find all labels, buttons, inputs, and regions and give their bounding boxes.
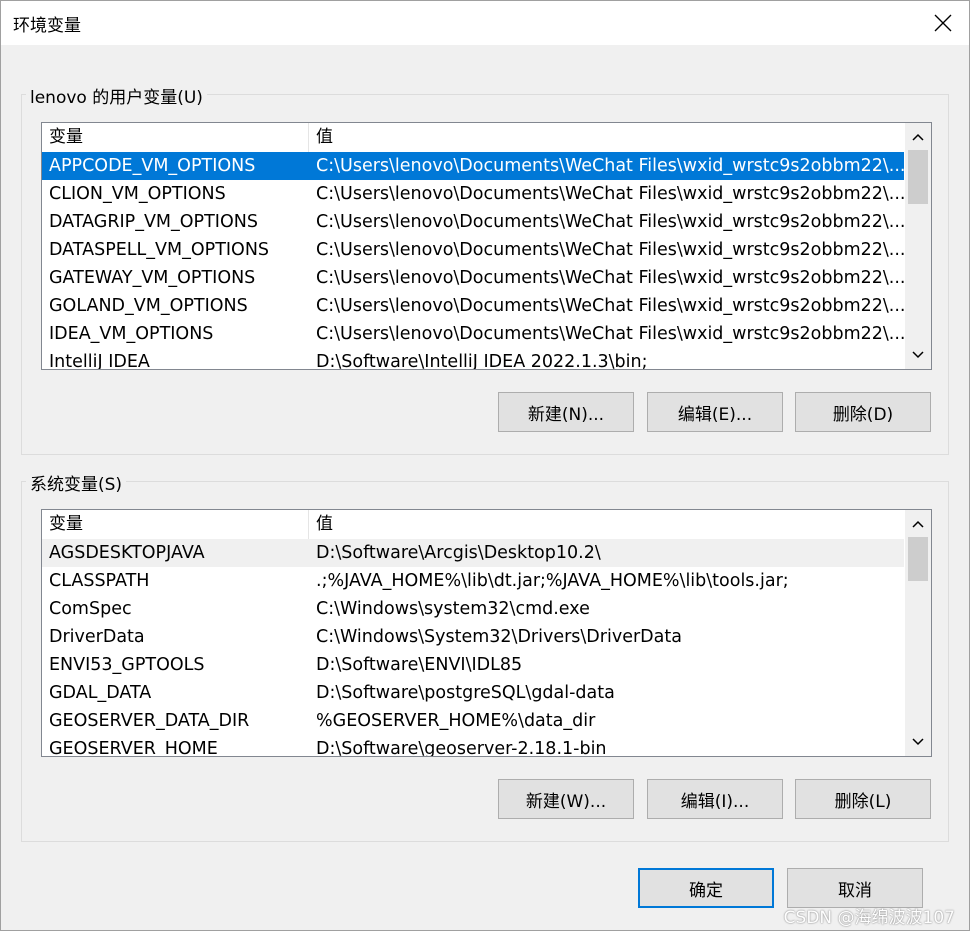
variable-name: DATASPELL_VM_OPTIONS [49, 240, 270, 260]
variable-value: C:\Users\lenovo\Documents\WeChat Files\w… [316, 324, 904, 344]
variable-value: %GEOSERVER_HOME%\data_dir [316, 711, 596, 731]
system-variables-list[interactable]: 变量 值 AGSDESKTOPJAVA D:\Software\Arcgis\D… [41, 509, 932, 757]
user-new-button[interactable]: 新建(N)... [498, 392, 634, 432]
system-list-scrollbar[interactable] [905, 510, 931, 756]
variable-value: C:\Users\lenovo\Documents\WeChat Files\w… [316, 212, 904, 232]
variable-value: C:\Users\lenovo\Documents\WeChat Files\w… [316, 296, 904, 316]
variable-name: CLASSPATH [49, 571, 150, 591]
scroll-down-button[interactable] [905, 342, 931, 368]
list-item[interactable]: ENVI53_GPTOOLS D:\Software\ENVI\IDL85 [42, 651, 904, 679]
variable-value: D:\Software\ENVI\IDL85 [316, 655, 523, 675]
user-list-scrollbar[interactable] [905, 123, 931, 369]
variable-value: D:\Software\geoserver-2.18.1-bin [316, 739, 607, 757]
list-item[interactable]: APPCODE_VM_OPTIONS C:\Users\lenovo\Docum… [42, 152, 904, 180]
scroll-thumb[interactable] [908, 537, 928, 581]
column-header-variable[interactable]: 变量 [42, 123, 309, 152]
column-header-value[interactable]: 值 [309, 510, 904, 539]
environment-variables-dialog: 环境变量 lenovo 的用户变量(U) 变量 值 APPCODE_VM_OPT… [0, 0, 970, 931]
variable-value: C:\Users\lenovo\Documents\WeChat Files\w… [316, 184, 904, 204]
variable-name: GDAL_DATA [49, 683, 152, 703]
variable-name: GOLAND_VM_OPTIONS [49, 296, 248, 316]
variable-value: D:\Software\postgreSQL\gdal-data [316, 683, 615, 703]
scroll-down-button[interactable] [905, 729, 931, 755]
variable-value: C:\Users\lenovo\Documents\WeChat Files\w… [316, 240, 904, 260]
chevron-down-icon [912, 738, 924, 746]
list-item[interactable]: CLION_VM_OPTIONS C:\Users\lenovo\Documen… [42, 180, 904, 208]
variable-value: C:\Windows\System32\Drivers\DriverData [316, 627, 682, 647]
variable-name: AGSDESKTOPJAVA [49, 543, 205, 563]
list-item[interactable]: DATASPELL_VM_OPTIONS C:\Users\lenovo\Doc… [42, 236, 904, 264]
variable-name: CLION_VM_OPTIONS [49, 184, 226, 204]
system-new-button[interactable]: 新建(W)... [498, 779, 634, 819]
variable-name: DATAGRIP_VM_OPTIONS [49, 212, 258, 232]
list-item[interactable]: GOLAND_VM_OPTIONS C:\Users\lenovo\Docume… [42, 292, 904, 320]
variable-value: C:\Windows\system32\cmd.exe [316, 599, 590, 619]
user-variables-group-label: lenovo 的用户变量(U) [26, 83, 207, 108]
scroll-up-button[interactable] [905, 124, 931, 150]
user-variables-list[interactable]: 变量 值 APPCODE_VM_OPTIONS C:\Users\lenovo\… [41, 122, 932, 370]
user-list-header: 变量 值 [42, 123, 904, 152]
watermark: CSDN @海绵波波107 [783, 908, 955, 928]
chevron-up-icon [912, 133, 924, 141]
list-item[interactable]: GATEWAY_VM_OPTIONS C:\Users\lenovo\Docum… [42, 264, 904, 292]
list-item[interactable]: GEOSERVER_DATA_DIR %GEOSERVER_HOME%\data… [42, 707, 904, 735]
close-button[interactable] [917, 1, 969, 45]
title-bar: 环境变量 [1, 1, 969, 45]
system-variables-group-label: 系统变量(S) [26, 470, 127, 495]
variable-value: .;%JAVA_HOME%\lib\dt.jar;%JAVA_HOME%\lib… [316, 571, 789, 591]
user-edit-button[interactable]: 编辑(E)... [647, 392, 783, 432]
list-item[interactable]: IDEA_VM_OPTIONS C:\Users\lenovo\Document… [42, 320, 904, 348]
variable-name: GEOSERVER_HOME [49, 739, 218, 757]
system-list-rows: AGSDESKTOPJAVA D:\Software\Arcgis\Deskto… [42, 539, 904, 757]
variable-name: DriverData [49, 627, 145, 647]
system-delete-button[interactable]: 删除(L) [795, 779, 931, 819]
user-list-rows: APPCODE_VM_OPTIONS C:\Users\lenovo\Docum… [42, 152, 904, 370]
user-delete-button[interactable]: 删除(D) [795, 392, 931, 432]
list-item[interactable]: AGSDESKTOPJAVA D:\Software\Arcgis\Deskto… [42, 539, 904, 567]
variable-value: C:\Users\lenovo\Documents\WeChat Files\w… [316, 156, 904, 176]
list-item[interactable]: GDAL_DATA D:\Software\postgreSQL\gdal-da… [42, 679, 904, 707]
system-list-header: 变量 值 [42, 510, 904, 539]
list-item[interactable]: DATAGRIP_VM_OPTIONS C:\Users\lenovo\Docu… [42, 208, 904, 236]
cancel-button[interactable]: 取消 [787, 868, 923, 908]
scroll-thumb[interactable] [908, 150, 928, 204]
variable-name: APPCODE_VM_OPTIONS [49, 156, 256, 176]
system-edit-button[interactable]: 编辑(I)... [647, 779, 783, 819]
column-header-variable[interactable]: 变量 [42, 510, 309, 539]
variable-name: ComSpec [49, 599, 132, 619]
column-header-value[interactable]: 值 [309, 123, 904, 152]
list-item[interactable]: DriverData C:\Windows\System32\Drivers\D… [42, 623, 904, 651]
list-item[interactable]: IntelliJ IDEA D:\Software\IntelliJ IDEA … [42, 348, 904, 370]
variable-name: ENVI53_GPTOOLS [49, 655, 205, 675]
variable-name: GEOSERVER_DATA_DIR [49, 711, 250, 731]
variable-name: IDEA_VM_OPTIONS [49, 324, 214, 344]
chevron-down-icon [912, 351, 924, 359]
ok-button[interactable]: 确定 [638, 868, 774, 908]
variable-name: GATEWAY_VM_OPTIONS [49, 268, 256, 288]
scroll-up-button[interactable] [905, 511, 931, 537]
list-item[interactable]: ComSpec C:\Windows\system32\cmd.exe [42, 595, 904, 623]
variable-value: C:\Users\lenovo\Documents\WeChat Files\w… [316, 268, 904, 288]
list-item[interactable]: CLASSPATH .;%JAVA_HOME%\lib\dt.jar;%JAVA… [42, 567, 904, 595]
close-icon [934, 14, 952, 32]
variable-value: D:\Software\Arcgis\Desktop10.2\ [316, 543, 601, 563]
chevron-up-icon [912, 520, 924, 528]
variable-value: D:\Software\IntelliJ IDEA 2022.1.3\bin; [316, 352, 648, 370]
list-item[interactable]: GEOSERVER_HOME D:\Software\geoserver-2.1… [42, 735, 904, 757]
window-title: 环境变量 [13, 16, 81, 36]
variable-name: IntelliJ IDEA [49, 352, 150, 370]
